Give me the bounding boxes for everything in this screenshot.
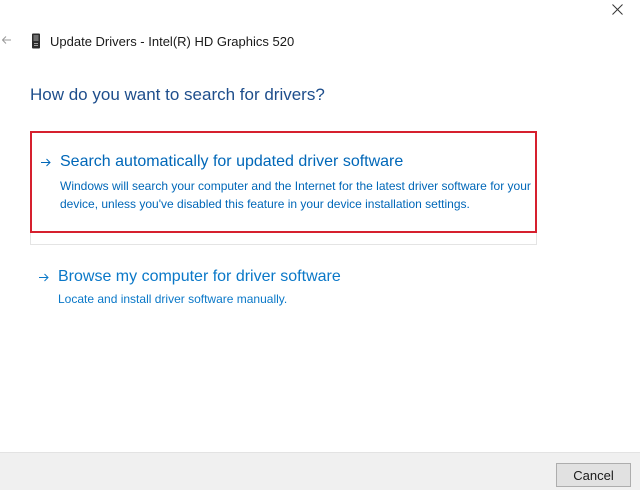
option-title-row: Browse my computer for driver software [38,268,537,286]
arrow-right-icon [40,156,51,168]
search-automatically-option[interactable]: Search automatically for updated driver … [30,131,537,233]
arrow-right-icon [38,271,49,283]
option-description: Locate and install driver software manua… [58,292,288,306]
option-title: Search automatically for updated driver … [60,153,404,170]
close-icon [611,3,623,15]
back-button[interactable] [0,30,12,50]
update-drivers-window: Update Drivers - Intel(R) HD Graphics 52… [0,0,640,490]
page-question: How do you want to search for drivers? [30,85,325,104]
option-frame-edge [30,233,537,245]
option-title: Browse my computer for driver software [58,268,341,285]
option-title-row: Search automatically for updated driver … [40,153,535,171]
browse-computer-option[interactable]: Browse my computer for driver software L… [30,266,537,316]
graphics-device-icon [30,33,42,49]
option-description: Windows will search your computer and th… [60,179,531,211]
back-arrow-icon [1,36,11,44]
window-header: Update Drivers - Intel(R) HD Graphics 52… [30,31,294,51]
cancel-button[interactable]: Cancel [556,463,631,487]
dialog-footer: Cancel [0,452,640,490]
close-button[interactable] [604,0,630,18]
window-title: Update Drivers - Intel(R) HD Graphics 52… [50,33,295,49]
